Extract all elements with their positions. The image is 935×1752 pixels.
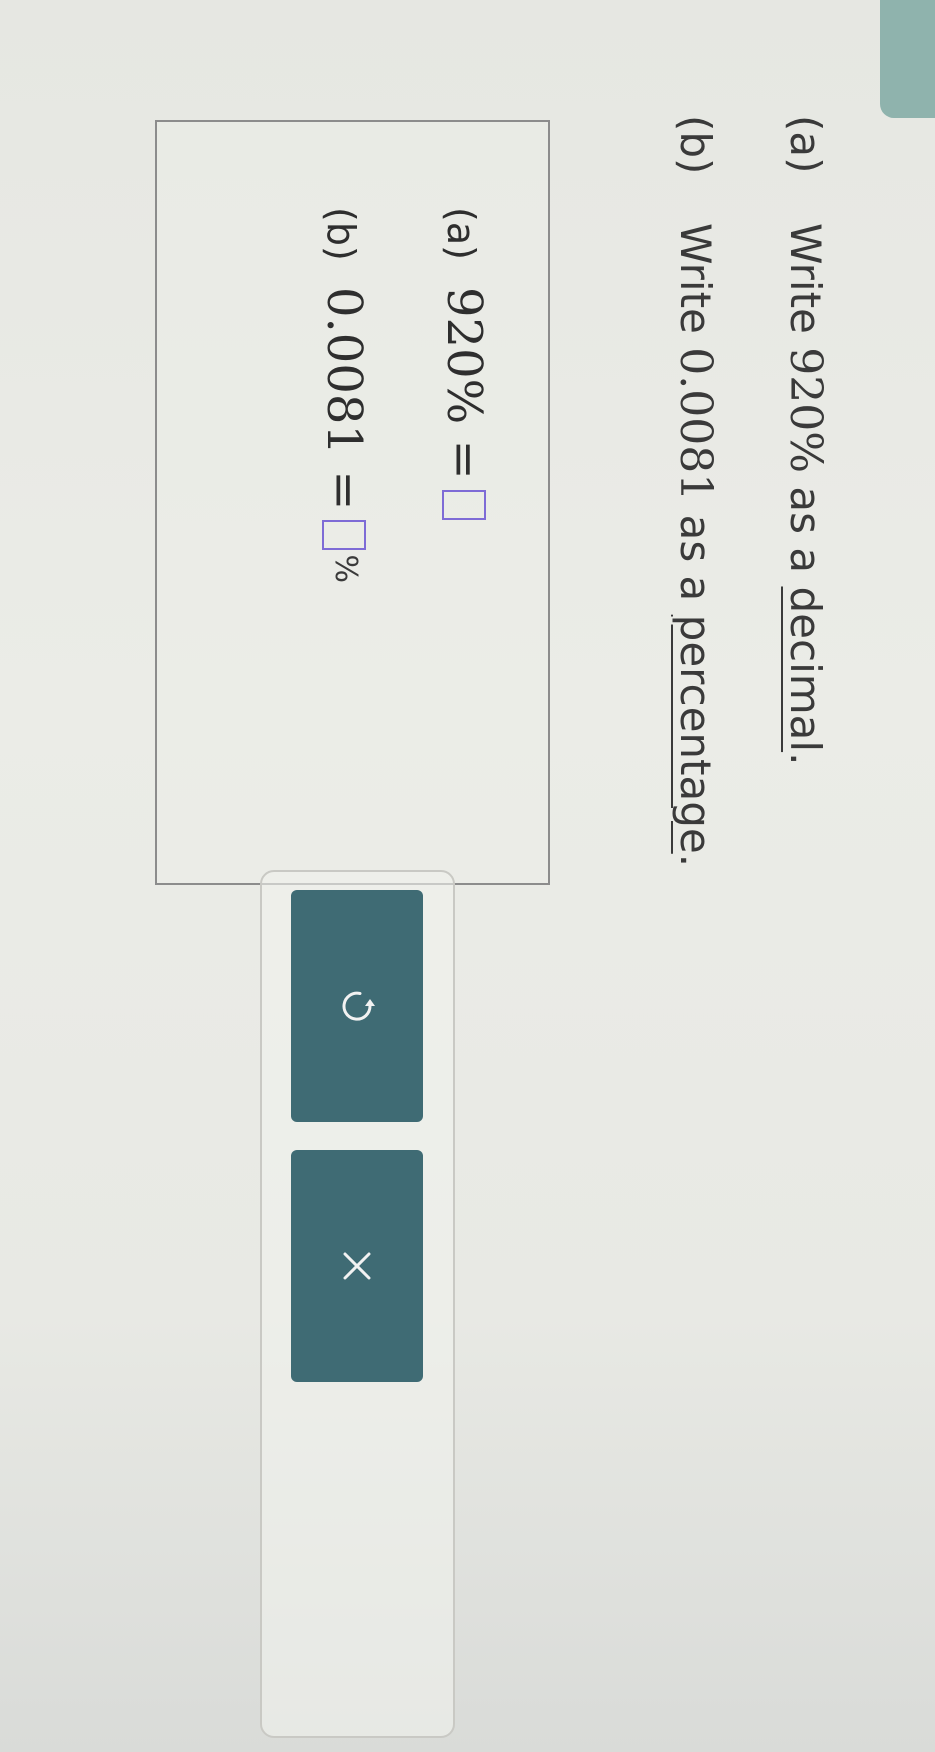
clear-button[interactable] (291, 1150, 423, 1382)
answer-b-expression: 0.0081 = (316, 287, 372, 511)
question-a-middle: as a (781, 486, 830, 574)
question-b-suffix: . (671, 853, 720, 868)
answer-a-input[interactable] (442, 489, 486, 520)
answer-a-label: (a) (439, 207, 483, 260)
question-b-middle: as a (671, 514, 720, 602)
question-part-a: (a) Write 920% as a decimal. (780, 115, 831, 766)
question-a-prefix: Write (781, 223, 830, 334)
question-a-suffix: . (781, 752, 830, 766)
answer-row-a: (a) 920% = (436, 207, 492, 520)
question-b-label: (b) (671, 115, 720, 175)
question-b-term-link[interactable]: percentage (671, 615, 720, 854)
answer-b-label: (b) (319, 207, 363, 261)
answer-box: (a) 920% = (b) 0.0081 =% (155, 120, 550, 885)
question-part-b: (b) Write 0.0081 as a percentage. (670, 115, 721, 868)
answer-a-expression: 920% = (436, 287, 492, 480)
question-a-term-link[interactable]: decimal (781, 586, 830, 752)
answer-row-b: (b) 0.0081 =% (316, 207, 372, 583)
answer-b-input[interactable] (322, 520, 366, 551)
answer-b-unit: % (328, 554, 363, 583)
question-a-value: 920% (780, 347, 831, 474)
question-b-prefix: Write (671, 223, 720, 334)
content-stage: (a) Write 920% as a decimal. (b) Write 0.0… (0, 0, 935, 1752)
question-a-label: (a) (781, 115, 830, 174)
undo-button[interactable] (291, 890, 423, 1122)
tool-panel (260, 870, 455, 1738)
close-icon (337, 1246, 377, 1286)
undo-icon (337, 986, 377, 1026)
question-b-value: 0.0081 (670, 347, 721, 502)
